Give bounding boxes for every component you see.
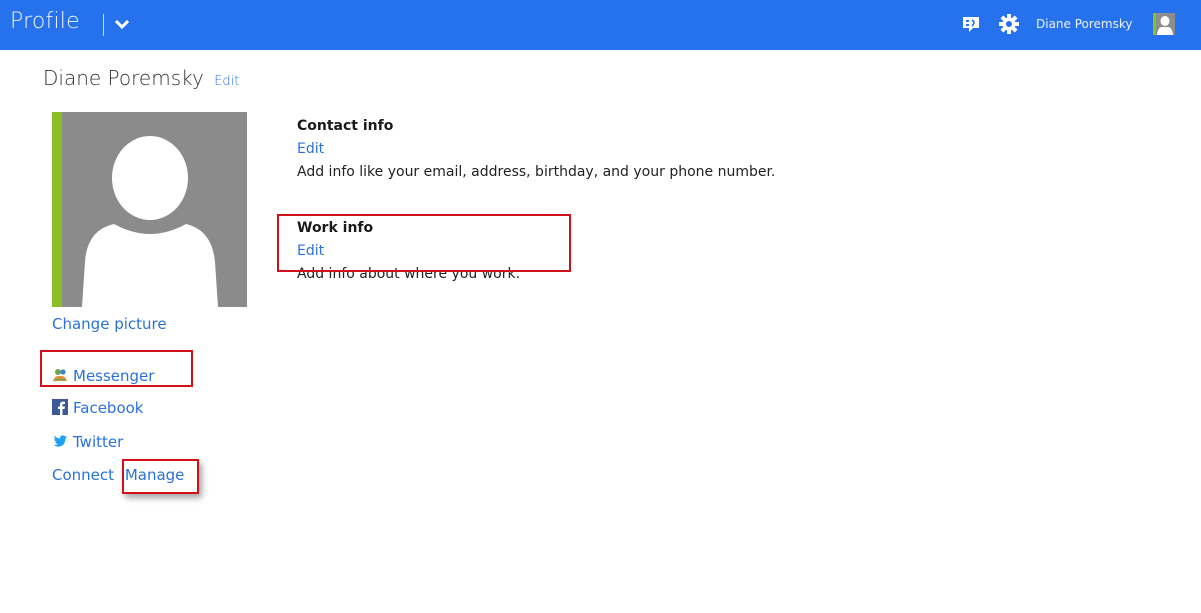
user-avatar-icon[interactable] (1153, 13, 1175, 35)
highlight-box-work-info (277, 214, 571, 272)
contact-info-section: Contact info Edit Add info like your ema… (297, 116, 775, 182)
facebook-link[interactable]: Facebook (52, 398, 143, 417)
profile-name: Diane Poremsky (43, 66, 204, 90)
contact-info-description: Add info like your email, address, birth… (297, 164, 776, 180)
person-silhouette-icon (82, 136, 218, 307)
title-divider (103, 14, 104, 36)
gear-icon[interactable] (998, 13, 1020, 35)
highlight-box-messenger (40, 350, 193, 387)
twitter-icon (53, 435, 67, 447)
facebook-label: Facebook (73, 399, 144, 417)
change-picture-link[interactable]: Change picture (52, 315, 167, 333)
facebook-icon (52, 399, 68, 415)
connect-link[interactable]: Connect (52, 466, 114, 484)
contact-info-heading: Contact info (297, 118, 394, 134)
profile-name-heading: Diane Poremsky Edit (43, 66, 239, 90)
twitter-link[interactable]: Twitter (52, 432, 123, 451)
edit-contact-info-link[interactable]: Edit (297, 139, 775, 159)
user-name[interactable]: Diane Poremsky (1036, 17, 1133, 31)
top-bar: Profile Diane Poremsky (0, 0, 1201, 50)
chevron-down-icon[interactable] (111, 12, 133, 36)
person-silhouette-icon (1157, 16, 1173, 35)
edit-name-link[interactable]: Edit (214, 74, 239, 89)
feedback-icon[interactable] (961, 14, 981, 34)
profile-picture[interactable] (52, 112, 247, 307)
twitter-label: Twitter (73, 433, 124, 451)
app-title[interactable]: Profile (10, 9, 80, 34)
highlight-box-manage (122, 459, 199, 494)
